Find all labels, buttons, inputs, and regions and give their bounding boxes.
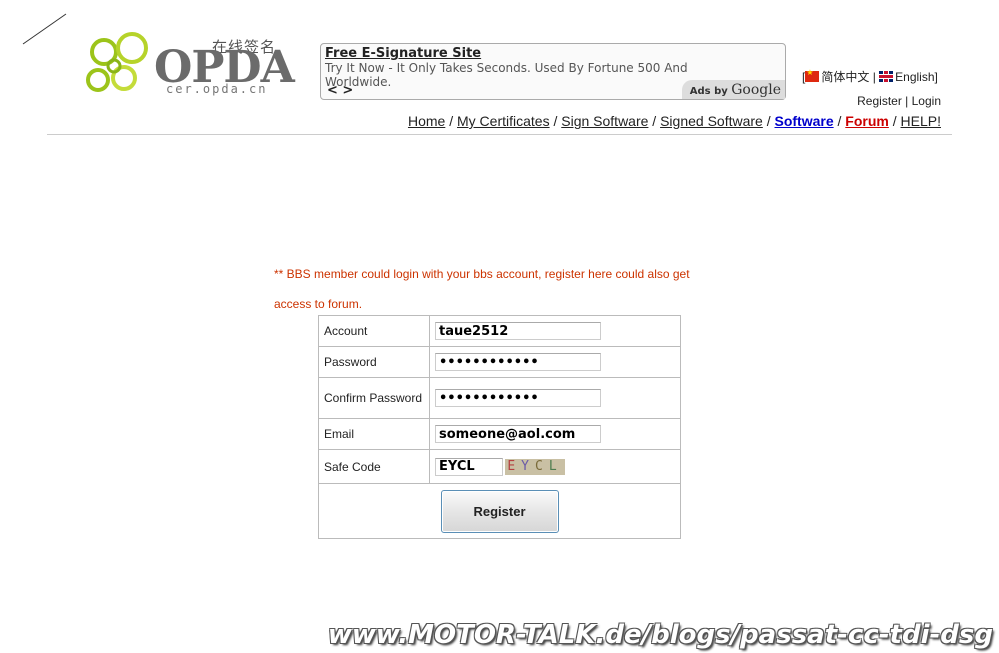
password-label: Password xyxy=(318,346,430,378)
password-cell xyxy=(429,346,681,378)
motor-talk-watermark: www.MOTOR-TALK.de/blogs/passat-cc-tdi-ds… xyxy=(327,620,993,650)
email-label: Email xyxy=(318,418,430,450)
decorative-line xyxy=(22,13,67,45)
ad-nav-arrows[interactable]: < > xyxy=(327,83,353,98)
opda-logo[interactable]: 在线签名 OPDA cer.opda.cn xyxy=(84,30,295,102)
nav-sep: / xyxy=(833,113,846,129)
nav-sep: / xyxy=(549,113,562,129)
nav-sign-software[interactable]: Sign Software xyxy=(561,113,648,129)
captcha-char: C xyxy=(535,458,549,474)
lang-chinese-link[interactable]: 简体中文 xyxy=(821,70,869,84)
ads-by-label: Ads by xyxy=(689,86,728,97)
google-ad-box[interactable]: Free E-Signature Site Try It Now - It On… xyxy=(320,43,786,100)
logo-rings-icon xyxy=(86,32,148,92)
lang-english-link[interactable]: English xyxy=(895,70,934,84)
nav-software[interactable]: Software xyxy=(775,113,834,129)
registration-form: Account Password Confirm Password Email … xyxy=(318,315,681,539)
confirm-password-cell xyxy=(429,377,681,419)
ads-by-google-badge[interactable]: Ads by Google xyxy=(681,80,785,99)
uk-flag-icon xyxy=(879,71,894,82)
nav-sep: / xyxy=(445,113,457,129)
ad-text: Try It Now - It Only Takes Seconds. Used… xyxy=(325,61,688,89)
captcha-image[interactable]: EYCL xyxy=(505,458,565,475)
email-input[interactable] xyxy=(435,425,601,443)
nav-my-certificates[interactable]: My Certificates xyxy=(457,113,550,129)
nav-sep: / xyxy=(762,113,775,129)
language-switcher: [简体中文 | English] xyxy=(802,68,938,85)
captcha-char: Y xyxy=(521,458,535,474)
password-input[interactable] xyxy=(435,353,601,371)
account-label: Account xyxy=(318,315,430,347)
header-divider xyxy=(47,134,952,135)
main-nav: Home / My Certificates / Sign Software /… xyxy=(408,113,941,129)
nav-home[interactable]: Home xyxy=(408,113,445,129)
account-cell xyxy=(429,315,681,347)
auth-links: Register | Login xyxy=(857,94,941,108)
account-input[interactable] xyxy=(435,322,601,340)
china-flag-icon xyxy=(805,68,820,82)
nav-sep: / xyxy=(648,113,661,129)
nav-help[interactable]: HELP! xyxy=(901,113,941,129)
safe-code-input[interactable] xyxy=(435,457,503,476)
register-button[interactable]: Register xyxy=(440,489,559,533)
bbs-notice: ** BBS member could login with your bbs … xyxy=(274,267,690,311)
register-button-cell: Register xyxy=(318,483,681,539)
logo-domain: cer.opda.cn xyxy=(166,82,268,96)
login-link[interactable]: Login xyxy=(912,94,941,108)
nav-forum[interactable]: Forum xyxy=(845,113,889,129)
auth-separator: | xyxy=(901,94,912,108)
safe-code-cell: EYCL xyxy=(429,449,681,484)
nav-signed-software[interactable]: Signed Software xyxy=(660,113,763,129)
lang-bracket-close: ] xyxy=(934,70,938,84)
confirm-password-label: Confirm Password xyxy=(318,377,430,419)
email-cell xyxy=(429,418,681,450)
confirm-password-input[interactable] xyxy=(435,389,601,407)
nav-sep: / xyxy=(888,113,901,129)
captcha-char: L xyxy=(548,458,563,474)
captcha-char: E xyxy=(507,458,522,474)
safe-code-label: Safe Code xyxy=(318,449,430,484)
lang-separator: | xyxy=(869,70,880,84)
ad-title-link[interactable]: Free E-Signature Site xyxy=(325,46,781,61)
google-logo-text: Google xyxy=(731,82,781,98)
register-link[interactable]: Register xyxy=(857,94,902,108)
